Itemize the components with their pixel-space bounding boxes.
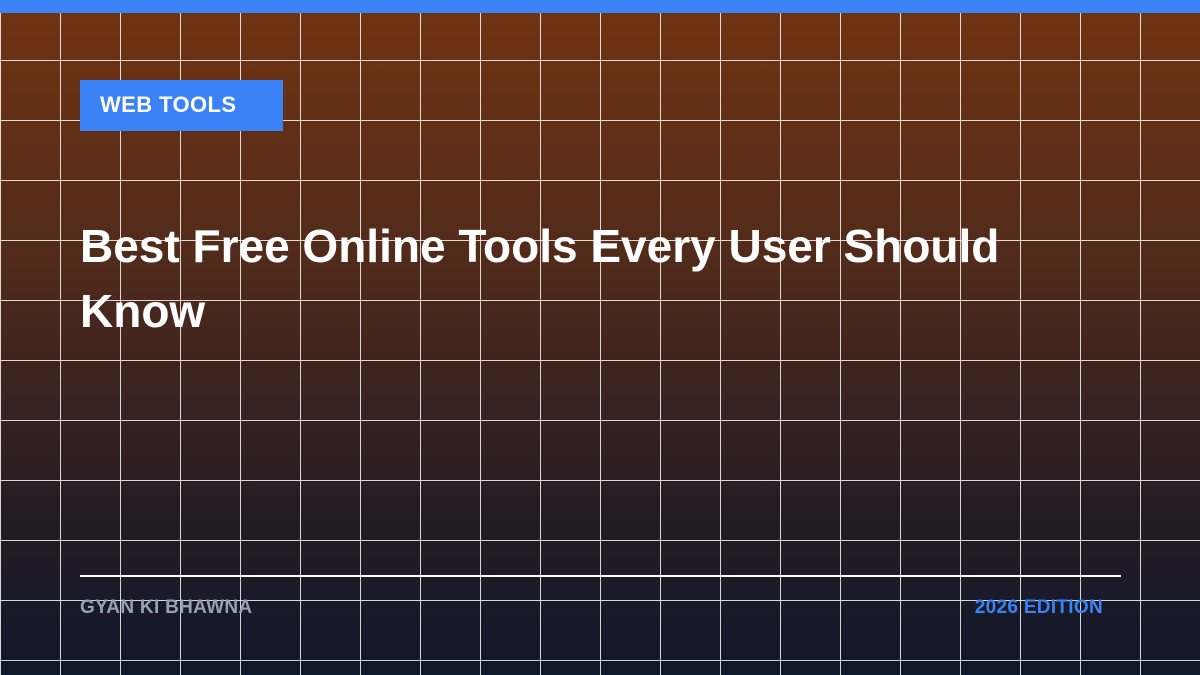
category-tag-label: WEB TOOLS [100,92,237,117]
accent-top-bar [0,0,1200,13]
footer-divider [80,575,1121,577]
category-tag: WEB TOOLS [80,80,283,131]
publisher-name: GYAN KI BHAWNA [80,597,253,618]
edition-label: 2026 EDITION [974,597,1103,618]
article-banner: WEB TOOLS Best Free Online Tools Every U… [0,0,1200,675]
article-headline: Best Free Online Tools Every User Should… [80,220,1000,337]
